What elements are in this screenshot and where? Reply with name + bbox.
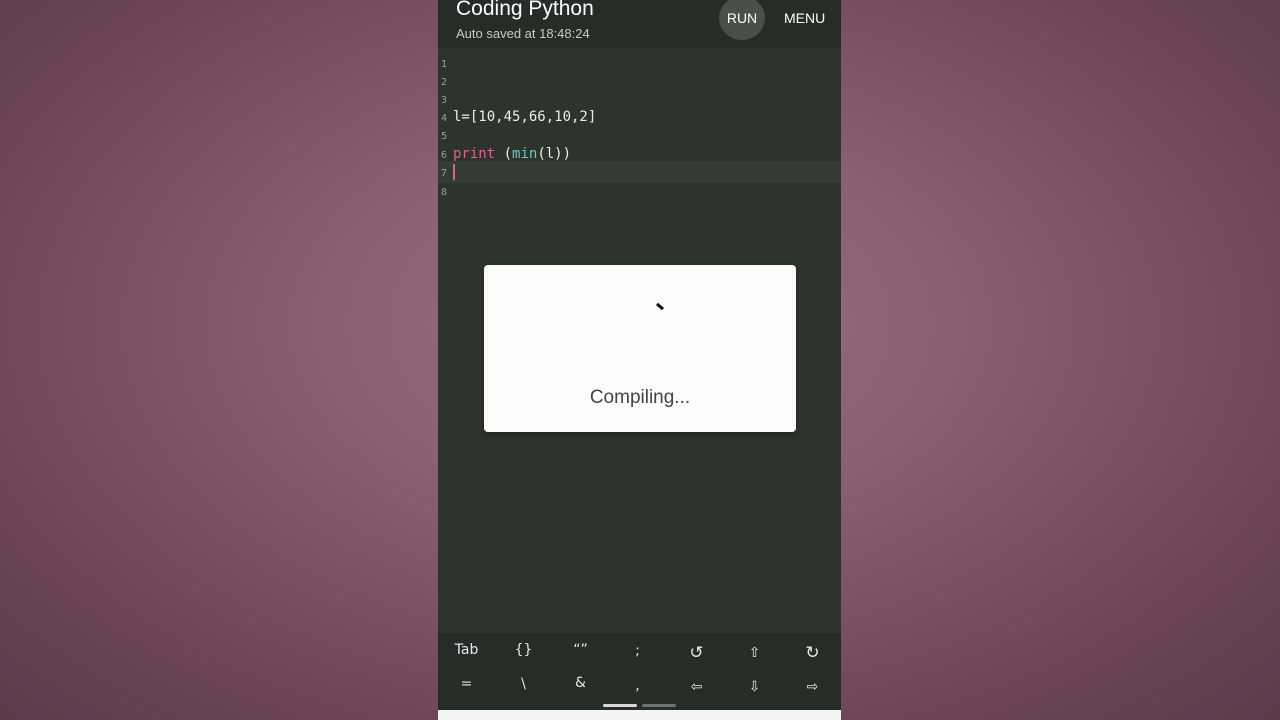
run-button[interactable]: RUN <box>719 0 765 40</box>
plain-token: ( <box>495 146 513 162</box>
editor-line[interactable]: 2 <box>438 72 841 90</box>
key-equals[interactable]: = <box>438 669 495 699</box>
editor-line[interactable]: 3 <box>438 90 841 108</box>
extra-keys-bar: Tab {} “” ; ↺ ⇧ ↻ = \ & , ⇦ ⇩ ⇨ <box>438 633 841 710</box>
phone-screen: Coding Python Auto saved at 18:48:24 RUN… <box>438 0 841 720</box>
line-code: l=[10,45,66,10,2] <box>453 109 597 125</box>
plain-token: (l)) <box>537 146 572 162</box>
text-cursor <box>453 164 455 180</box>
line-number: 4 <box>441 113 448 124</box>
dialog-message: Compiling... <box>589 387 691 408</box>
arrow-left-icon[interactable]: ⇦ <box>668 672 725 702</box>
function-token: min <box>512 146 538 162</box>
key-comma[interactable]: , <box>609 671 666 701</box>
editor-line[interactable]: 1 <box>438 54 841 72</box>
key-quotes[interactable]: “” <box>552 635 609 665</box>
nav-handle-active <box>603 704 637 707</box>
arrow-right-icon[interactable]: ⇨ <box>784 672 841 702</box>
editor-line[interactable]: 5 <box>438 126 841 144</box>
line-number: 3 <box>441 95 448 106</box>
menu-button[interactable]: MENU <box>784 10 825 26</box>
keyword-token: print <box>453 146 496 162</box>
redo-icon[interactable]: ↻ <box>784 638 841 668</box>
key-braces[interactable]: {} <box>495 635 552 665</box>
app-title: Coding Python <box>456 0 594 20</box>
line-number: 1 <box>441 59 448 70</box>
key-tab[interactable]: Tab <box>438 635 495 665</box>
line-code: print (min(l)) <box>453 145 571 163</box>
undo-icon[interactable]: ↺ <box>668 638 725 668</box>
nav-handle <box>642 704 676 707</box>
key-semicolon[interactable]: ; <box>609 636 666 666</box>
line-number: 6 <box>441 150 448 161</box>
line-number: 2 <box>441 77 448 88</box>
editor-line-current[interactable]: 7 <box>438 162 841 182</box>
arrow-up-icon[interactable]: ⇧ <box>726 638 783 668</box>
arrow-down-icon[interactable]: ⇩ <box>726 672 783 702</box>
loading-spinner-icon <box>655 302 665 311</box>
line-number: 7 <box>441 168 448 179</box>
compiling-dialog: Compiling... <box>484 265 796 432</box>
line-number: 8 <box>441 187 448 198</box>
key-ampersand[interactable]: & <box>552 668 609 698</box>
app-bar: Coding Python Auto saved at 18:48:24 RUN… <box>438 0 841 48</box>
system-nav-bar <box>438 710 841 720</box>
editor-line[interactable]: 6 print (min(l)) <box>438 145 841 163</box>
editor-line[interactable]: 4 l=[10,45,66,10,2] <box>438 108 841 126</box>
line-number: 5 <box>441 131 448 142</box>
key-backslash[interactable]: \ <box>495 669 552 699</box>
autosave-status: Auto saved at 18:48:24 <box>456 26 590 41</box>
editor-line[interactable]: 8 <box>438 182 841 200</box>
